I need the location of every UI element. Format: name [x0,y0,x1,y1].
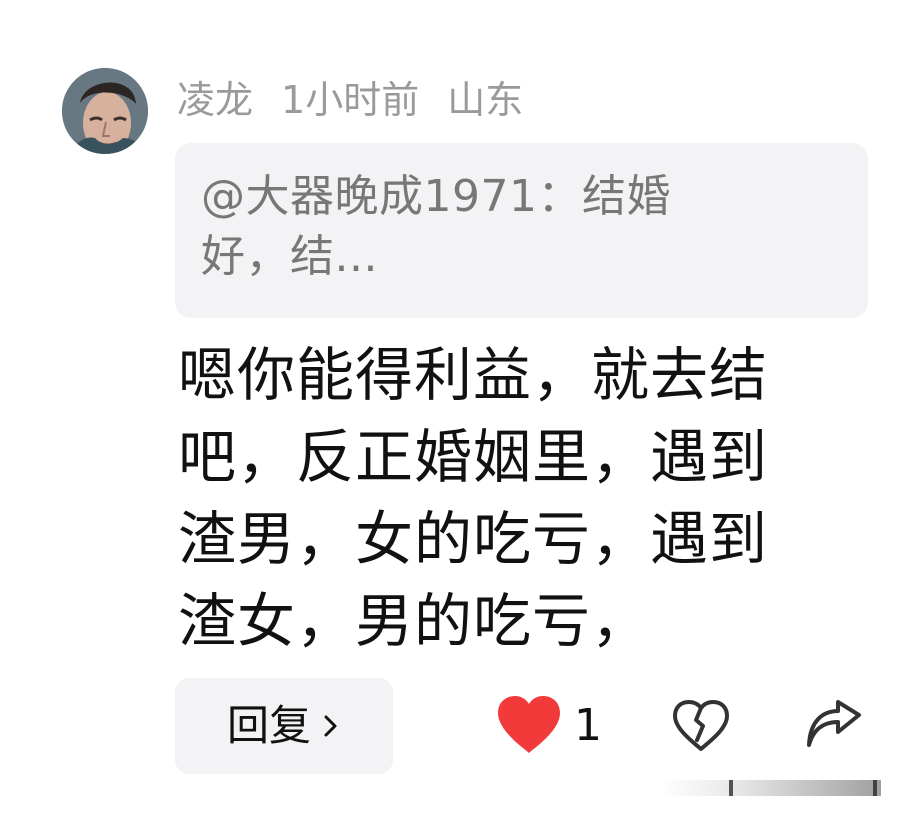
share-arrow-icon[interactable] [802,698,866,752]
comment-line: 吧，反正婚姻里，遇到 [178,423,769,491]
comment-meta: 凌龙 1小时前 山东 [177,74,523,126]
broken-heart-icon[interactable] [670,698,732,754]
chevron-right-icon [324,715,337,737]
reply-button[interactable]: 回复 [175,678,393,774]
quoted-reply-line: 好，结... [201,231,378,282]
user-location: 山东 [447,78,524,122]
comment-line: 渣女，男的吃亏， [178,587,651,655]
watermark-strip [661,780,881,796]
reply-button-label: 回复 [226,701,311,750]
avatar-portrait-image [62,68,148,154]
heart-icon[interactable] [494,693,564,757]
quoted-reply[interactable]: @大器晚成1971：结婚 好，结... [175,143,868,318]
username[interactable]: 凌龙 [177,74,253,126]
user-avatar[interactable] [62,68,148,154]
comment-line: 渣男，女的吃亏，遇到 [178,505,769,573]
quoted-reply-line: @大器晚成1971：结婚 [201,171,671,222]
comment-text: 嗯你能得利益，就去结 吧，反正婚姻里，遇到 渣男，女的吃亏，遇到 渣女，男的吃亏… [178,334,878,662]
comment-time: 1小时前 [281,78,420,122]
like-count: 1 [574,700,602,751]
comment-line: 嗯你能得利益，就去结 [178,341,769,409]
